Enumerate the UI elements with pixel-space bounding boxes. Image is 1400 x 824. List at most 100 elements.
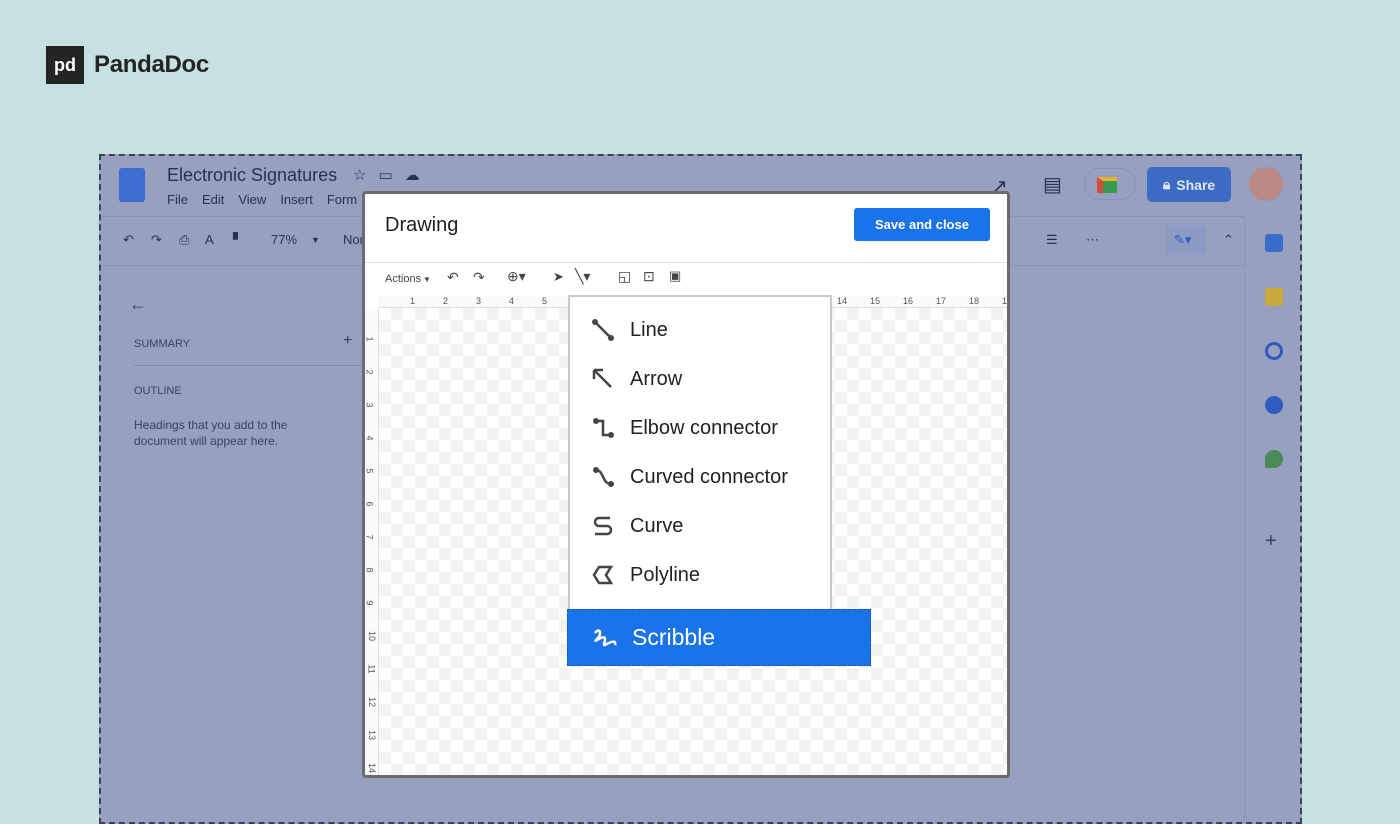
ruler-tick: 4	[364, 435, 375, 441]
drawing-toolbar: Actions ▼ ↶ ↷ ⊕▾ ➤ ╲▾ ◱ ⊡ ▣	[365, 262, 1007, 296]
numbered-list-icon[interactable]: ☰	[1046, 232, 1058, 248]
avatar[interactable]	[1249, 167, 1283, 201]
ruler-tick: 17	[936, 296, 947, 306]
label: Line	[630, 318, 668, 341]
menu-item-line[interactable]: Line	[590, 317, 668, 343]
menu-item-arrow[interactable]: Arrow	[590, 366, 682, 392]
contacts-icon[interactable]	[1265, 396, 1283, 414]
polyline-icon	[592, 565, 614, 585]
add-addon-icon[interactable]: +	[1265, 530, 1277, 553]
menu-view[interactable]: View	[238, 192, 266, 207]
ruler-tick: 12	[367, 696, 378, 708]
zoom-select[interactable]: 77%	[271, 232, 297, 247]
left-ruler: 1 2 3 4 5 6 7 8 9 10 11 12 13 14	[365, 308, 379, 775]
ruler-tick: 4	[509, 296, 515, 306]
label: Curved connector	[630, 465, 788, 488]
ruler-tick: 6	[364, 501, 375, 507]
ruler-tick: 2	[443, 296, 449, 306]
meet-icon	[1097, 177, 1117, 193]
line-type-menu: Line Arrow Elbow connector Curved connec…	[568, 295, 832, 609]
curve-icon	[593, 516, 613, 536]
ruler-tick: 2	[364, 369, 375, 375]
move-folder-icon[interactable]: ▭	[378, 167, 404, 184]
ruler-tick: 1	[410, 296, 416, 306]
ruler-tick: 9	[364, 600, 375, 606]
divider	[134, 365, 364, 366]
menu-insert[interactable]: Insert	[280, 192, 313, 207]
ruler-tick: 13	[367, 729, 378, 741]
redo-icon[interactable]: ↷	[151, 232, 162, 248]
maps-icon[interactable]	[1265, 450, 1283, 468]
cloud-icon[interactable]: ☁	[405, 167, 432, 184]
back-arrow-icon[interactable]: ←	[129, 294, 147, 315]
keep-icon[interactable]	[1265, 288, 1283, 306]
share-button[interactable]: 🔒︎ Share	[1147, 167, 1231, 202]
tasks-icon[interactable]	[1265, 342, 1283, 360]
scribble-icon	[593, 628, 617, 646]
ruler-tick: 14	[367, 762, 378, 774]
menu-bar: File Edit View Insert Form	[167, 192, 357, 207]
ruler-tick: 18	[969, 296, 980, 306]
label: Arrow	[630, 367, 683, 390]
line-tool-icon[interactable]: ╲▾	[575, 268, 590, 285]
menu-item-elbow-connector[interactable]: Elbow connector	[590, 415, 778, 441]
image-icon[interactable]: ▣	[669, 268, 681, 284]
outline-label: OUTLINE	[134, 385, 182, 397]
redo-icon[interactable]: ↷	[473, 269, 485, 286]
curved-connector-icon	[593, 467, 614, 487]
ruler-tick: 19	[1002, 296, 1008, 306]
paint-format-icon[interactable]: ▘	[233, 232, 243, 248]
label: Curve	[630, 514, 684, 537]
outline-hint-2: document will appear here.	[134, 434, 279, 448]
select-icon[interactable]: ➤	[553, 269, 564, 285]
ruler-tick: 10	[367, 630, 378, 642]
zoom-icon[interactable]: ⊕▾	[507, 268, 526, 285]
side-panel: +	[1244, 216, 1300, 822]
menu-edit[interactable]: Edit	[202, 192, 224, 207]
menu-file[interactable]: File	[167, 192, 188, 207]
ruler-tick: 5	[364, 468, 375, 474]
editing-mode-icon[interactable]: ✎▾	[1166, 225, 1206, 255]
menu-item-scribble[interactable]: Scribble	[567, 609, 871, 666]
menu-item-curve[interactable]: Curve	[590, 513, 683, 539]
dialog-title: Drawing	[385, 214, 459, 236]
more-icon[interactable]: ⋯	[1086, 232, 1099, 248]
outline-hint: Headings that you add to the	[134, 418, 288, 432]
docs-icon[interactable]	[119, 168, 145, 202]
star-icon[interactable]: ☆	[353, 167, 378, 184]
shape-icon[interactable]: ◱	[618, 268, 631, 285]
calendar-icon[interactable]	[1265, 234, 1283, 252]
arrow-icon	[592, 368, 612, 388]
doc-title[interactable]: Electronic Signatures	[167, 165, 337, 186]
undo-icon[interactable]: ↶	[123, 232, 134, 248]
line-icon	[592, 319, 614, 341]
ruler-tick: 7	[364, 534, 375, 540]
comment-icon[interactable]: ▤	[1043, 172, 1062, 197]
meet-button[interactable]	[1084, 168, 1136, 200]
text-box-icon[interactable]: ⊡	[643, 268, 655, 285]
menu-format[interactable]: Form	[327, 192, 357, 207]
collapse-icon[interactable]: ⌃	[1223, 232, 1234, 248]
ruler-tick: 16	[903, 296, 914, 306]
ruler-tick: 3	[476, 296, 482, 306]
ruler-tick: 14	[837, 296, 848, 306]
undo-icon[interactable]: ↶	[447, 269, 459, 286]
save-and-close-button[interactable]: Save and close	[854, 208, 990, 241]
actions-menu[interactable]: Actions	[385, 273, 421, 285]
ruler-tick: 11	[366, 664, 377, 674]
logo-mark: pd	[46, 46, 84, 84]
label: Polyline	[630, 563, 701, 586]
spellcheck-icon[interactable]: A	[205, 232, 214, 247]
share-label: Share	[1176, 176, 1216, 193]
lock-icon: 🔒︎	[1162, 176, 1171, 192]
pandadoc-logo: pd PandaDoc	[46, 46, 209, 84]
chevron-down-icon[interactable]: ▼	[311, 235, 320, 245]
chevron-down-icon[interactable]: ▼	[423, 275, 431, 284]
add-summary-icon[interactable]: +	[343, 332, 352, 350]
ruler-tick: 5	[542, 296, 548, 306]
menu-item-curved-connector[interactable]: Curved connector	[590, 464, 788, 490]
print-icon[interactable]: ⎙	[179, 232, 189, 248]
menu-item-polyline[interactable]: Polyline	[590, 562, 700, 588]
title-icons: ☆▭☁	[353, 166, 432, 184]
style-select[interactable]: Nor	[343, 232, 364, 247]
